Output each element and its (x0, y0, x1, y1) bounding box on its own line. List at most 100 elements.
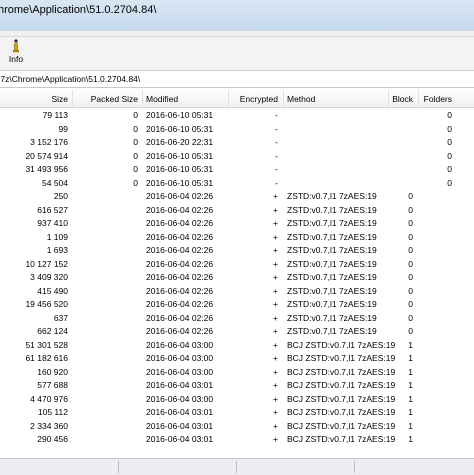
table-row[interactable]: 937 410 2016-06-04 02:26 + ZSTD:v0.7,l1 7zA… (0, 216, 474, 230)
address-path: .7z\Chrome\Application\51.0.2704.84\ (0, 74, 141, 84)
cell-block: 0 (408, 272, 413, 282)
table-row[interactable]: 2 334 360 2016-06-04 03:01 + BCJ ZSTD:v0.7,… (0, 419, 474, 433)
cell-encrypted: + (273, 285, 278, 296)
cell-size: 20 574 914 (25, 150, 68, 161)
cell-encrypted: + (273, 204, 278, 215)
toolbar: Info (0, 37, 474, 71)
table-row[interactable]: 20 574 914 0 2016-06-10 05:31 - 0 (0, 149, 474, 163)
cell-encrypted: + (273, 299, 278, 309)
cell-modified: 2016-06-04 02:26 (146, 245, 214, 255)
cell-method: ZSTD:v0.7,l1 7zAES:19 (287, 231, 377, 242)
table-row[interactable]: 54 504 0 2016-06-10 05:31 - 0 (0, 176, 474, 190)
cell-size: 662 124 (37, 326, 68, 336)
cell-method: BCJ ZSTD:v0.7,l1 7zAES:19 (287, 380, 396, 390)
cell-block: 1 (408, 420, 413, 431)
cell-modified: 2016-06-04 02:26 (146, 285, 214, 296)
cell-method: BCJ ZSTD:v0.7,l1 7zAES:19 (287, 407, 396, 417)
table-row[interactable]: 79 113 0 2016-06-10 05:31 - 0 (0, 108, 474, 122)
table-row[interactable]: 105 112 2016-06-04 03:01 + BCJ ZSTD:v0.7,l1… (0, 405, 474, 419)
column-modified[interactable]: Modified (146, 94, 178, 104)
cell-modified: 2016-06-04 02:26 (146, 326, 214, 336)
column-block[interactable]: Block (390, 94, 413, 104)
table-row[interactable]: 3 152 176 0 2016-06-20 22:31 - 0 (0, 135, 474, 149)
cell-encrypted: + (273, 272, 278, 282)
cell-block: 0 (408, 245, 413, 255)
table-row[interactable]: 415 490 2016-06-04 02:26 + ZSTD:v0.7,l1 7zA… (0, 284, 474, 298)
table-row[interactable]: 10 127 152 2016-06-04 02:26 + ZSTD:v0.7,l1 … (0, 257, 474, 271)
cell-modified: 2016-06-10 05:31 (146, 164, 214, 174)
cell-size: 61 182 616 (25, 353, 68, 363)
table-row[interactable]: 61 182 616 2016-06-04 03:00 + BCJ ZSTD:v0.7… (0, 351, 474, 365)
table-row[interactable]: 250 2016-06-04 02:26 + ZSTD:v0.7,l1 7zAES:1… (0, 189, 474, 203)
address-bar[interactable]: .7z\Chrome\Application\51.0.2704.84\ (0, 71, 474, 88)
cell-method: ZSTD:v0.7,l1 7zAES:19 (287, 191, 377, 201)
cell-encrypted: + (273, 312, 278, 323)
cell-block: 0 (408, 191, 413, 201)
cell-encrypted: + (273, 326, 278, 336)
cell-block: 0 (408, 326, 413, 336)
table-row[interactable]: 290 456 2016-06-04 03:01 + BCJ ZSTD:v0.7,l1… (0, 432, 474, 446)
table-row[interactable]: 51 301 528 2016-06-04 03:00 + BCJ ZSTD:v0.7… (0, 338, 474, 352)
cell-modified: 2016-06-04 03:00 (146, 393, 214, 404)
cell-method: ZSTD:v0.7,l1 7zAES:19 (287, 258, 377, 269)
cell-encrypted: + (273, 339, 278, 350)
cell-modified: 2016-06-04 03:00 (146, 366, 214, 377)
table-row[interactable]: 3 409 320 2016-06-04 02:26 + ZSTD:v0.7,l1 7… (0, 270, 474, 284)
table-row[interactable]: 31 493 956 0 2016-06-10 05:31 - 0 (0, 162, 474, 176)
column-method[interactable]: Method (287, 94, 315, 104)
cell-block: 0 (408, 299, 413, 309)
column-packed-size[interactable]: Packed Size (74, 94, 138, 104)
info-button[interactable]: Info (4, 39, 28, 68)
cell-modified: 2016-06-04 02:26 (146, 218, 214, 228)
table-row[interactable]: 662 124 2016-06-04 02:26 + ZSTD:v0.7,l1 7zA… (0, 324, 474, 338)
cell-size: 2 334 360 (30, 420, 68, 431)
title-bar[interactable]: hrome\Application\51.0.2704.84\ (0, 0, 474, 32)
cell-encrypted: - (275, 137, 278, 147)
column-encrypted[interactable]: Encrypted (230, 94, 278, 104)
table-row[interactable]: 577 688 2016-06-04 03:01 + BCJ ZSTD:v0.7,l1… (0, 378, 474, 392)
cell-method: BCJ ZSTD:v0.7,l1 7zAES:19 (287, 420, 396, 431)
cell-method: ZSTD:v0.7,l1 7zAES:19 (287, 326, 377, 336)
cell-folders: 0 (447, 123, 452, 134)
cell-method: BCJ ZSTD:v0.7,l1 7zAES:19 (287, 353, 396, 363)
cell-method: ZSTD:v0.7,l1 7zAES:19 (287, 245, 377, 255)
cell-size: 3 409 320 (30, 272, 68, 282)
cell-block: 0 (408, 204, 413, 215)
cell-size: 51 301 528 (25, 339, 68, 350)
cell-modified: 2016-06-04 03:01 (146, 420, 214, 431)
cell-method: BCJ ZSTD:v0.7,l1 7zAES:19 (287, 393, 396, 404)
cell-modified: 2016-06-04 02:26 (146, 272, 214, 282)
cell-modified: 2016-06-04 03:01 (146, 434, 214, 444)
cell-block: 0 (408, 285, 413, 296)
table-row[interactable]: 1 109 2016-06-04 02:26 + ZSTD:v0.7,l1 7zAES… (0, 230, 474, 244)
column-header: Size Packed Size Modified Encrypted Meth… (0, 89, 474, 108)
cell-method: ZSTD:v0.7,l1 7zAES:19 (287, 204, 377, 215)
cell-size: 937 410 (37, 218, 68, 228)
table-row[interactable]: 19 456 520 2016-06-04 02:26 + ZSTD:v0.7,l1 … (0, 297, 474, 311)
cell-size: 616 527 (37, 204, 68, 215)
cell-block: 1 (408, 380, 413, 390)
cell-modified: 2016-06-04 03:00 (146, 339, 214, 350)
table-row[interactable]: 1 693 2016-06-04 02:26 + ZSTD:v0.7,l1 7zAES… (0, 243, 474, 257)
cell-block: 1 (408, 366, 413, 377)
table-row[interactable]: 616 527 2016-06-04 02:26 + ZSTD:v0.7,l1 7zA… (0, 203, 474, 217)
table-row[interactable]: 637 2016-06-04 02:26 + ZSTD:v0.7,l1 7zAES:1… (0, 311, 474, 325)
info-label: Info (8, 54, 24, 64)
cell-size: 105 112 (37, 407, 68, 417)
cell-encrypted: + (273, 420, 278, 431)
cell-encrypted: + (273, 434, 278, 444)
cell-modified: 2016-06-10 05:31 (146, 150, 214, 161)
table-row[interactable]: 99 0 2016-06-10 05:31 - 0 (0, 122, 474, 136)
table-row[interactable]: 160 920 2016-06-04 03:00 + BCJ ZSTD:v0.7,l1… (0, 365, 474, 379)
cell-method: ZSTD:v0.7,l1 7zAES:19 (287, 299, 377, 309)
file-list: 79 113 0 2016-06-10 05:31 - 0 99 0 2016-06-10 0… (0, 108, 474, 446)
table-row[interactable]: 4 470 976 2016-06-04 03:00 + BCJ ZSTD:v0.7,… (0, 392, 474, 406)
cell-encrypted: - (275, 123, 278, 134)
cell-modified: 2016-06-04 02:26 (146, 299, 214, 309)
column-folders[interactable]: Folders (420, 94, 452, 104)
cell-size: 1 109 (46, 231, 68, 242)
column-size[interactable]: Size (0, 94, 68, 104)
cell-size: 4 470 976 (30, 393, 68, 404)
cell-size: 99 (58, 123, 68, 134)
cell-folders: 0 (447, 137, 452, 147)
